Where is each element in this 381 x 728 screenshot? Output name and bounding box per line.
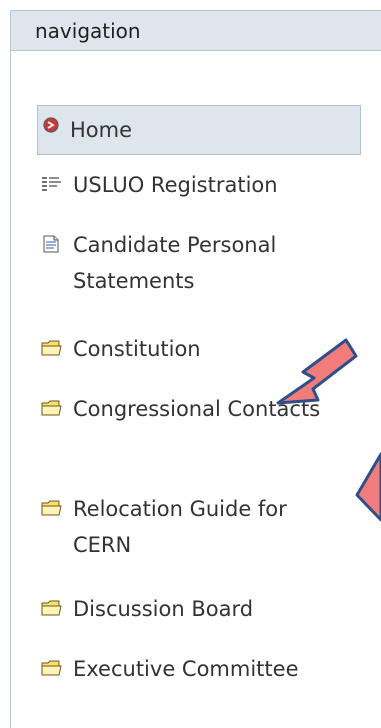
nav-item-executive-committee[interactable]: Executive Committee — [39, 651, 369, 687]
nav-label: USLUO Registration — [73, 173, 278, 197]
nav-item-home[interactable]: Home — [37, 105, 361, 155]
nav-label: Candidate Personal Statements — [73, 233, 277, 293]
folder-icon — [41, 500, 62, 516]
nav-item-discussion-board[interactable]: Discussion Board — [39, 591, 369, 627]
navigation-list: Home USLUO Registration Candidate Person… — [11, 51, 381, 728]
nav-label: Discussion Board — [73, 597, 254, 621]
navigation-header: navigation — [11, 11, 381, 51]
nav-label: Executive Committee — [73, 657, 299, 681]
nav-item-congressional-contacts[interactable]: Congressional Contacts — [39, 391, 369, 427]
folder-icon — [41, 400, 62, 416]
nav-label: Constitution — [73, 337, 201, 361]
nav-label: Congressional Contacts — [73, 397, 321, 421]
folder-icon — [41, 340, 62, 356]
navigation-portlet: navigation Home USLUO Registration Candi… — [10, 10, 381, 728]
folder-icon — [41, 600, 62, 616]
nav-item-constitution[interactable]: Constitution — [39, 331, 369, 367]
nav-item-candidate-personal-statements[interactable]: Candidate Personal Statements — [39, 227, 369, 299]
home-icon — [43, 117, 59, 133]
nav-label: Relocation Guide for CERN — [73, 497, 287, 557]
nav-item-relocation-guide-for-cern[interactable]: Relocation Guide for CERN — [39, 491, 369, 563]
nav-item-usluo-registration[interactable]: USLUO Registration — [39, 167, 369, 203]
nav-label: Home — [70, 118, 133, 142]
document-icon — [43, 235, 59, 253]
form-icon — [42, 177, 61, 191]
folder-icon — [41, 660, 62, 676]
